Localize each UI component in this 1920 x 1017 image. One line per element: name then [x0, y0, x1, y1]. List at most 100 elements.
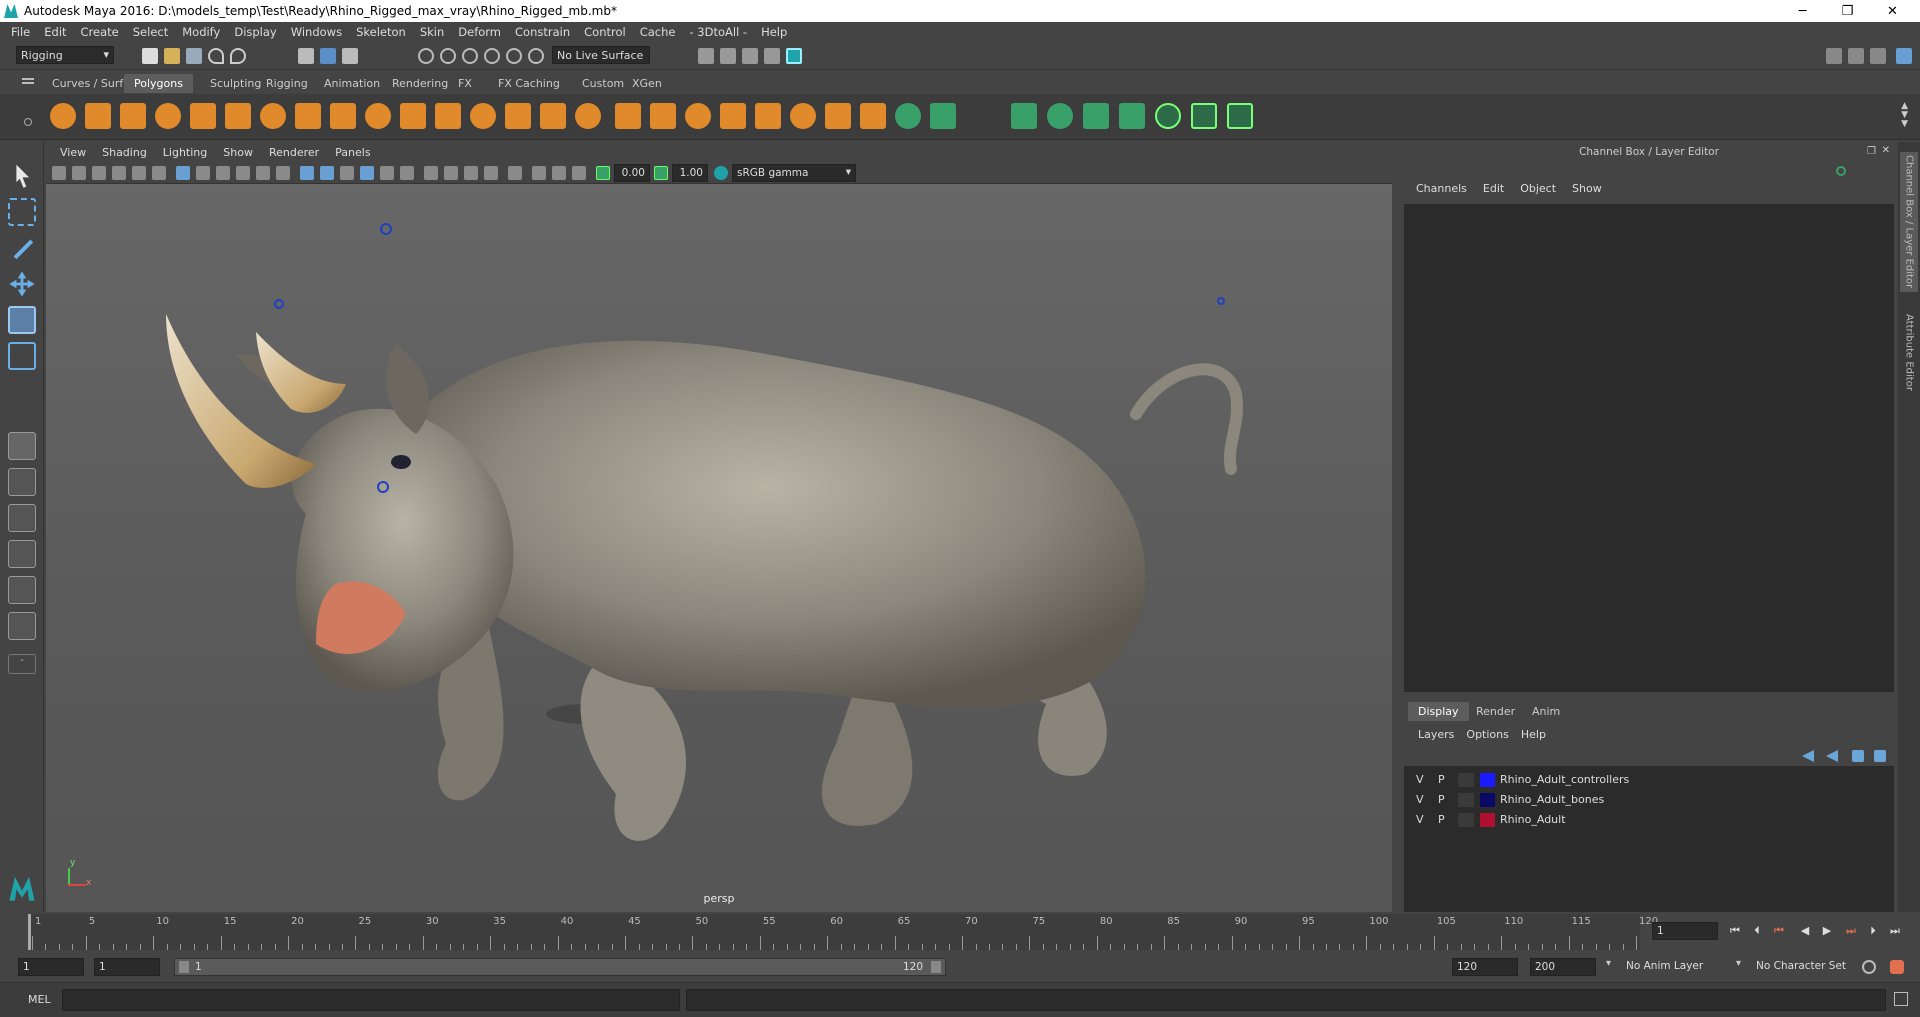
shelf-tab-rigging[interactable]: Rigging	[256, 74, 318, 93]
resolution-gate-icon[interactable]	[216, 166, 230, 180]
custom-layout-icon[interactable]: -	[8, 654, 36, 674]
xray-components-icon[interactable]	[572, 166, 586, 180]
shelf-tab-xgen[interactable]: XGen	[622, 74, 672, 93]
layer-visibility-toggle[interactable]: V	[1416, 773, 1424, 786]
command-language-label[interactable]: MEL	[28, 993, 51, 1006]
grid-toggle-icon[interactable]	[176, 166, 190, 180]
time-ruler[interactable]: 1 5 10 15 20 25 30 35 40 45 50 55 60 65 70 75 80 85 90 95 10…	[28, 914, 1658, 950]
viewport-menu-shading[interactable]: Shading	[94, 146, 155, 159]
poly-cube-icon[interactable]	[85, 103, 111, 129]
multicut-icon[interactable]	[1047, 103, 1073, 129]
chevron-down-icon[interactable]: ▾	[1606, 958, 1611, 969]
poly-soccer-icon[interactable]	[365, 103, 391, 129]
go-to-end-icon[interactable]: ⏭	[1888, 924, 1902, 938]
planar-mapping-icon[interactable]	[1227, 103, 1253, 129]
channel-box-menu-channels[interactable]: Channels	[1408, 182, 1475, 195]
anim-layer-select[interactable]: No Anim Layer	[1622, 958, 1740, 976]
playback-start-field[interactable]: 1	[94, 958, 160, 976]
playback-end-field[interactable]: 120	[1452, 958, 1518, 976]
menu-cache[interactable]: Cache	[633, 25, 683, 39]
append-icon[interactable]	[930, 103, 956, 129]
viewport-menu-show[interactable]: Show	[215, 146, 261, 159]
layer-playback-toggle[interactable]: P	[1438, 793, 1445, 806]
layer-visibility-toggle[interactable]: V	[1416, 793, 1424, 806]
layer-playback-toggle[interactable]: P	[1438, 813, 1445, 826]
animation-end-field[interactable]: 200	[1530, 958, 1596, 976]
field-chart-icon[interactable]	[256, 166, 270, 180]
extract-icon[interactable]	[685, 103, 711, 129]
render-view-icon[interactable]	[698, 48, 714, 64]
grease-pencil-icon[interactable]	[152, 166, 166, 180]
xray-joints-icon[interactable]	[552, 166, 566, 180]
motion-blur-icon[interactable]	[444, 166, 458, 180]
exposure-field[interactable]: 0.00	[614, 164, 650, 182]
poly-helix-icon[interactable]	[330, 103, 356, 129]
extrude-icon[interactable]	[860, 103, 886, 129]
poly-disc-icon[interactable]	[260, 103, 286, 129]
viewport-menu-lighting[interactable]: Lighting	[155, 146, 215, 159]
undo-icon[interactable]	[208, 48, 224, 64]
persp-hypershade-layout-icon[interactable]	[8, 576, 36, 604]
layer-menu-help[interactable]: Help	[1515, 728, 1552, 741]
shelf-settings-icon[interactable]	[24, 118, 32, 126]
color-management-icon[interactable]	[714, 166, 728, 180]
go-to-start-icon[interactable]: ⏮	[1728, 924, 1742, 938]
layer-menu-options[interactable]: Options	[1460, 728, 1514, 741]
snap-curve-icon[interactable]	[440, 48, 456, 64]
select-tool-icon[interactable]	[16, 164, 29, 188]
new-layer-selected-icon[interactable]	[1874, 750, 1886, 762]
menu-create[interactable]: Create	[74, 25, 126, 39]
render-settings-icon[interactable]	[764, 48, 780, 64]
smooth-icon[interactable]	[720, 103, 746, 129]
shelf-tab-fx-caching[interactable]: FX Caching	[488, 74, 570, 93]
menu-3dtoall[interactable]: - 3DtoAll -	[682, 25, 754, 39]
layer-tab-anim[interactable]: Anim	[1522, 702, 1570, 721]
new-scene-icon[interactable]	[142, 48, 158, 64]
step-forward-key-icon[interactable]: ⏭	[1844, 924, 1858, 938]
rhino-model[interactable]	[46, 184, 1392, 912]
step-back-frame-icon[interactable]: ⏴	[1750, 924, 1764, 938]
layer-name[interactable]: Rhino_Adult_controllers	[1500, 773, 1629, 786]
fill-hole-icon[interactable]	[1011, 103, 1037, 129]
close-button[interactable]: ✕	[1870, 0, 1915, 22]
paint-select-tool-icon[interactable]	[13, 239, 34, 260]
smooth-shade-icon[interactable]	[320, 166, 334, 180]
shelf-menu-icon[interactable]	[22, 78, 34, 80]
layer-row[interactable]: V P Rhino_Adult	[1404, 810, 1894, 830]
poly-sphere-icon[interactable]	[50, 103, 76, 129]
chevron-down-icon[interactable]: ▾	[1736, 958, 1741, 969]
range-end-handle[interactable]	[931, 961, 941, 973]
channel-box-key-icon[interactable]	[1836, 166, 1846, 176]
float-panel-icon[interactable]: ❐	[1867, 146, 1876, 157]
close-panel-icon[interactable]: ✕	[1882, 145, 1890, 156]
outliner-persp-layout-icon[interactable]	[8, 612, 36, 640]
image-plane-icon[interactable]	[112, 166, 126, 180]
tab-channel-box[interactable]: Channel Box / Layer Editor	[1900, 152, 1918, 292]
gamma-field[interactable]: 1.00	[672, 164, 708, 182]
poly-super-shape-icon[interactable]	[505, 103, 531, 129]
default-material-icon[interactable]	[340, 166, 354, 180]
menu-deform[interactable]: Deform	[451, 25, 508, 39]
menu-modify[interactable]: Modify	[175, 25, 227, 39]
poly-plane-icon[interactable]	[225, 103, 251, 129]
tail-controller-icon[interactable]	[1217, 297, 1225, 305]
channel-box-menu-object[interactable]: Object	[1512, 182, 1564, 195]
auto-key-icon[interactable]	[1862, 960, 1876, 974]
menu-skeleton[interactable]: Skeleton	[349, 25, 413, 39]
save-scene-icon[interactable]	[186, 48, 202, 64]
single-perspective-layout-icon[interactable]	[8, 432, 36, 460]
uv-editor-icon[interactable]	[1191, 103, 1217, 129]
menu-edit[interactable]: Edit	[37, 25, 73, 39]
poly-cylinder-icon[interactable]	[120, 103, 146, 129]
mirror-icon[interactable]	[790, 103, 816, 129]
menu-constrain[interactable]: Constrain	[508, 25, 577, 39]
layer-name[interactable]: Rhino_Adult	[1500, 813, 1566, 826]
maya-home-icon[interactable]	[9, 876, 35, 901]
boolean-icon[interactable]	[755, 103, 781, 129]
layer-row[interactable]: V P Rhino_Adult_bones	[1404, 790, 1894, 810]
channel-box-menu-show[interactable]: Show	[1564, 182, 1610, 195]
make-live-icon[interactable]	[528, 48, 544, 64]
tool-settings-toggle-icon[interactable]	[1870, 48, 1886, 64]
rotate-tool-icon[interactable]	[8, 306, 36, 334]
target-weld-icon[interactable]	[1083, 103, 1109, 129]
